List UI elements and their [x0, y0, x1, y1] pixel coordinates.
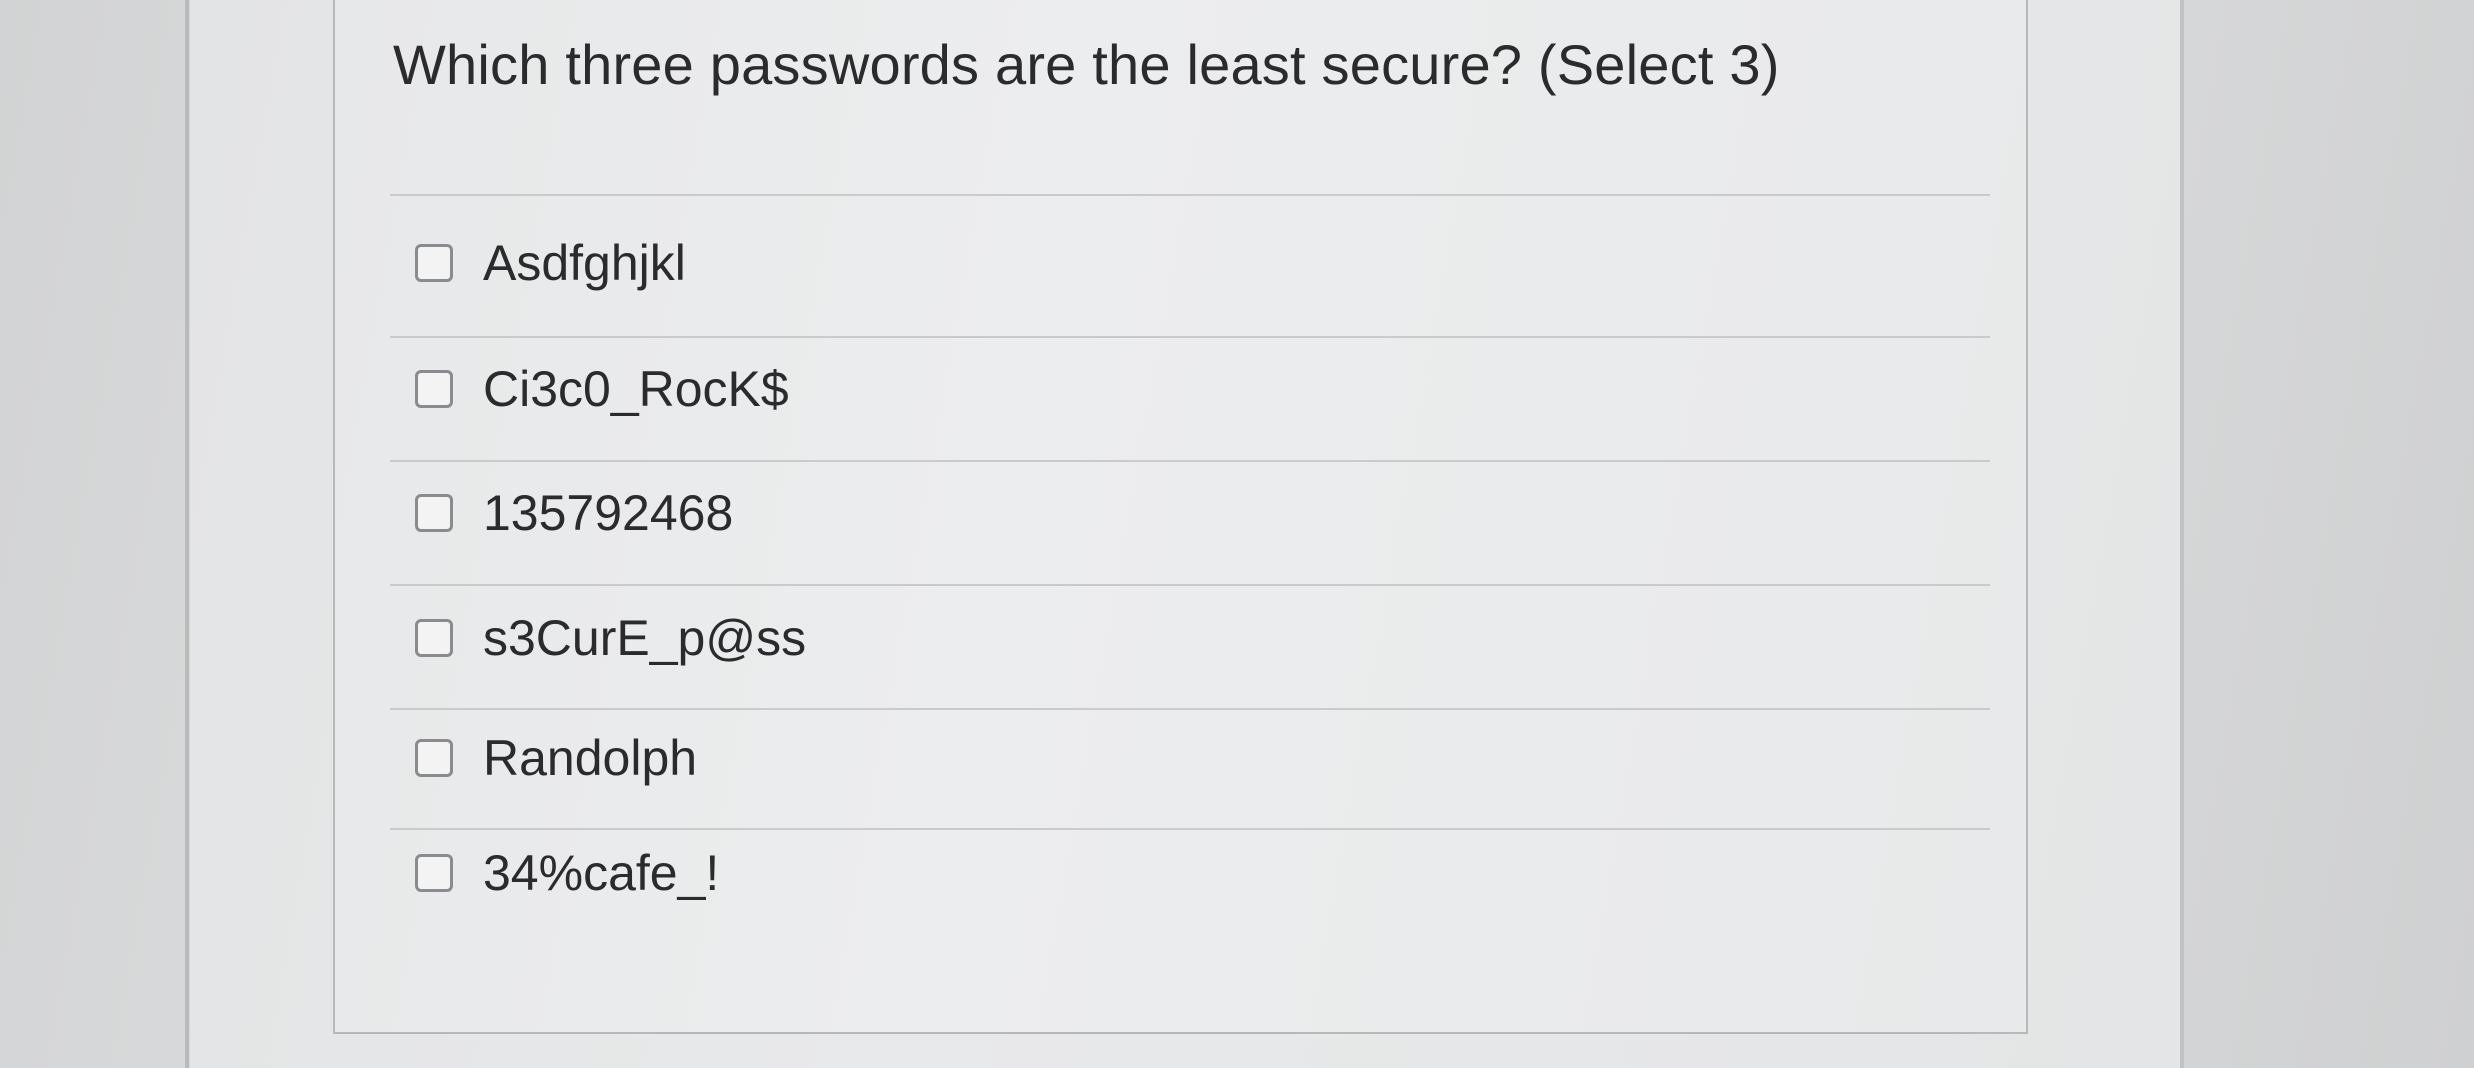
checkbox[interactable] — [415, 739, 453, 777]
checkbox[interactable] — [415, 854, 453, 892]
checkbox[interactable] — [415, 370, 453, 408]
question-text: Which three passwords are the least secu… — [393, 33, 1780, 96]
divider — [390, 828, 1990, 830]
option-randolph[interactable]: Randolph — [415, 723, 697, 793]
divider — [390, 708, 1990, 710]
checkbox[interactable] — [415, 244, 453, 282]
divider — [390, 584, 1990, 586]
option-label: Asdfghjkl — [483, 235, 686, 291]
divider — [390, 336, 1990, 338]
option-asdfghjkl[interactable]: Asdfghjkl — [415, 228, 686, 298]
option-135792468[interactable]: 135792468 — [415, 478, 733, 548]
option-label: 34%cafe_! — [483, 845, 720, 901]
option-label: Ci3c0_RocK$ — [483, 361, 789, 417]
checkbox[interactable] — [415, 494, 453, 532]
option-label: Randolph — [483, 730, 698, 786]
option-ci3c0-rock[interactable]: Ci3c0_RocK$ — [415, 354, 789, 424]
option-label: 135792468 — [483, 485, 734, 541]
option-34-cafe[interactable]: 34%cafe_! — [415, 838, 719, 908]
page-edge-right — [2180, 0, 2184, 1068]
checkbox[interactable] — [415, 619, 453, 657]
divider — [390, 460, 1990, 462]
option-label: s3CurE_p@ss — [483, 610, 807, 666]
divider — [390, 194, 1990, 196]
option-s3cure-pass[interactable]: s3CurE_p@ss — [415, 603, 806, 673]
page-edge-left — [185, 0, 189, 1068]
